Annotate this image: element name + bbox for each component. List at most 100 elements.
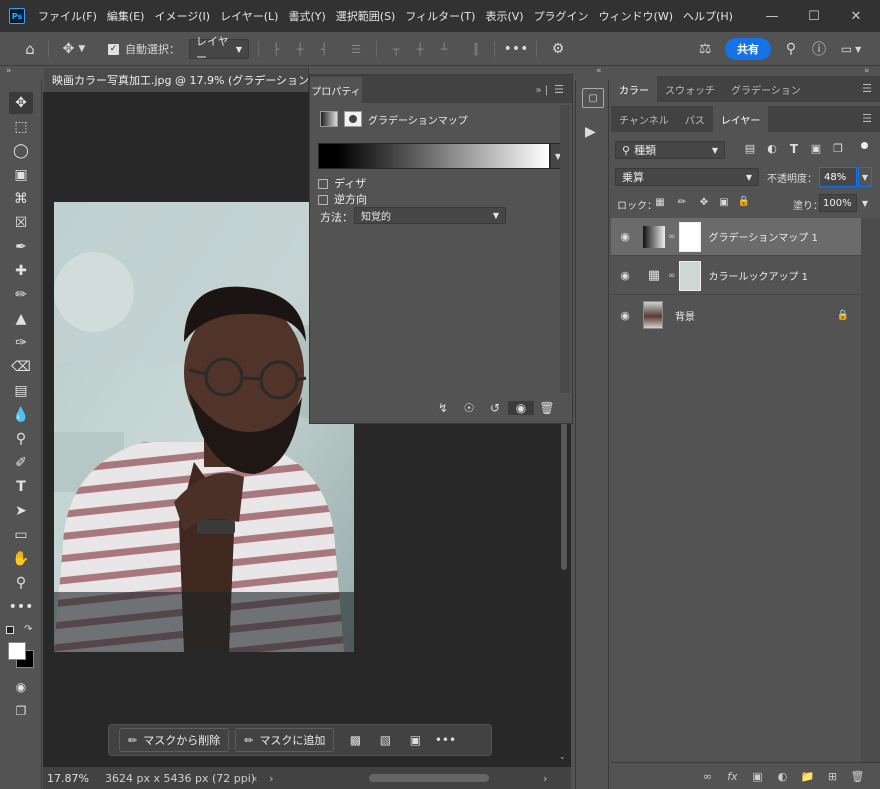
method-dropdown[interactable]: 知覚的 ▼ <box>354 207 506 224</box>
panel-collapse-icon[interactable]: » | <box>535 85 548 96</box>
folder-icon[interactable]: 📁 <box>795 770 820 783</box>
filter-shape-icon[interactable]: ▣ <box>809 142 823 155</box>
rectangle-tool-icon[interactable]: ▭ <box>9 524 33 546</box>
more-options-icon[interactable]: ••• <box>504 32 529 66</box>
canvas-vertical-scrollbar[interactable]: ⌄ <box>558 410 570 767</box>
dodge-tool-icon[interactable]: ⚲ <box>9 428 33 450</box>
marquee-tool-icon[interactable]: ⬚ <box>9 116 33 138</box>
default-colors-icon[interactable] <box>6 626 14 634</box>
layer-mask-thumbnail[interactable] <box>678 221 701 252</box>
more-tools-icon[interactable]: ••• <box>9 596 34 618</box>
dither-checkbox[interactable]: ディザ <box>318 175 366 191</box>
menu-edit[interactable]: 編集(E) <box>102 8 150 24</box>
auto-select-target-dropdown[interactable]: レイヤー ▼ <box>189 35 249 64</box>
type-tool-icon[interactable]: T <box>9 476 33 498</box>
horizontal-scroll-thumb[interactable] <box>369 774 489 782</box>
eye-icon[interactable]: ◉ <box>611 309 639 322</box>
expand-toolbar-icon[interactable]: » <box>6 66 12 76</box>
help-icon[interactable]: ⓘ <box>808 32 830 66</box>
home-icon[interactable]: ⌂ <box>18 32 42 66</box>
layer-name[interactable]: 背景 <box>675 308 695 323</box>
lock-artboard-icon[interactable]: ▣ <box>717 197 731 208</box>
move-tool-icon[interactable]: ✥ <box>9 92 33 114</box>
screen-mode-icon[interactable]: ❐ <box>9 700 33 722</box>
subtract-from-mask-button[interactable]: ✏ マスクから削除 <box>119 728 230 752</box>
align-right-icon[interactable]: ┤ <box>314 32 334 66</box>
fx-icon[interactable]: fx <box>720 770 745 783</box>
menu-window[interactable]: ウィンドウ(W) <box>594 8 678 24</box>
menu-view[interactable]: 表示(V) <box>480 8 528 24</box>
properties-scrollbar[interactable] <box>560 105 570 393</box>
brush-tool-icon[interactable]: ✏ <box>9 284 33 306</box>
distribute-icon[interactable]: ☰ <box>346 32 366 66</box>
reverse-checkbox[interactable]: 逆方向 <box>318 191 367 207</box>
blur-tool-icon[interactable]: 💧 <box>9 404 33 426</box>
eraser-tool-icon[interactable]: ⌫ <box>9 356 33 378</box>
tab-paths[interactable]: パス <box>677 106 713 132</box>
clip-to-layer-icon[interactable]: ↯ <box>430 401 456 415</box>
expand-panels-icon[interactable]: » <box>864 66 870 76</box>
align-center-icon[interactable]: ┼ <box>290 32 310 66</box>
eye-icon[interactable]: ◉ <box>611 269 639 282</box>
maximize-icon[interactable]: ☐ <box>794 0 834 32</box>
add-to-mask-button[interactable]: ✏ マスクに追加 <box>235 728 335 752</box>
workspace-icon[interactable]: ▭ ▼ <box>836 32 866 66</box>
trash-icon[interactable]: 🗑 <box>845 770 870 783</box>
layer-row-gradient-map[interactable]: ◉ ∞ グラデーションマップ 1 <box>611 218 861 256</box>
gradient-tool-icon[interactable]: ▤ <box>9 380 33 402</box>
actions-panel-icon[interactable]: ▶ <box>585 124 596 140</box>
filter-type-icon[interactable]: T <box>787 142 801 156</box>
adjustment-layer-icon[interactable]: ◐ <box>770 770 795 783</box>
zoom-tool-icon[interactable]: ⚲ <box>9 572 33 594</box>
panel-menu-icon[interactable]: ☰ <box>554 83 564 96</box>
eye-icon[interactable]: ◉ <box>611 230 639 243</box>
lock-pixels-icon[interactable]: ✏ <box>675 197 689 208</box>
menu-file[interactable]: ファイル(F) <box>33 8 102 24</box>
lasso-tool-icon[interactable]: ◯ <box>9 140 33 162</box>
reverse-check-box[interactable] <box>318 195 328 205</box>
layers-scrollbar[interactable] <box>861 218 880 762</box>
collapse-panels-icon[interactable]: « <box>596 66 602 76</box>
scroll-right-icon[interactable]: › <box>543 772 547 785</box>
trash-icon[interactable]: 🗑 <box>534 401 560 415</box>
layer-row-background[interactable]: ◉ 背景 🔒 <box>611 296 861 334</box>
align-top-icon[interactable]: ┬ <box>386 32 406 66</box>
opacity-dropdown-icon[interactable]: ▼ <box>858 167 872 187</box>
panel-menu-icon[interactable]: ☰ <box>862 82 872 95</box>
gradient-map-icon[interactable] <box>320 111 338 127</box>
filter-toggle-icon[interactable] <box>861 142 868 149</box>
minimize-icon[interactable]: — <box>752 0 792 32</box>
dither-check-box[interactable] <box>318 179 328 189</box>
tab-gradients[interactable]: グラデーション <box>723 76 809 102</box>
eyedropper-tool-icon[interactable]: ✒ <box>9 236 33 258</box>
fill-dropdown-icon[interactable]: ▼ <box>858 194 872 212</box>
invert-mask-icon[interactable]: ▧ <box>370 728 400 752</box>
object-select-tool-icon[interactable]: ▣ <box>9 164 33 186</box>
reset-icon[interactable]: ↺ <box>482 401 508 415</box>
mask-options-icon[interactable]: ▩ <box>340 728 370 752</box>
scroll-thumb[interactable] <box>561 410 567 570</box>
lock-all-icon[interactable]: 🔒 <box>737 196 751 207</box>
new-layer-icon[interactable]: ⊞ <box>820 770 845 783</box>
fill-input[interactable]: 100% <box>819 194 857 212</box>
path-select-tool-icon[interactable]: ➤ <box>9 500 33 522</box>
mask-settings-icon[interactable]: ▣ <box>400 728 430 752</box>
distribute-vertical-icon[interactable]: ║ <box>466 32 486 66</box>
panel-menu-icon[interactable]: ☰ <box>862 112 872 125</box>
layer-name[interactable]: グラデーションマップ 1 <box>709 229 818 244</box>
link-icon[interactable]: ∞ <box>668 271 676 281</box>
tab-channels[interactable]: チャンネル <box>611 106 677 132</box>
add-mask-icon[interactable]: ▣ <box>745 770 770 783</box>
align-middle-icon[interactable]: ┼ <box>410 32 430 66</box>
search-icon[interactable]: ⚲ <box>780 32 802 66</box>
align-bottom-icon[interactable]: ┴ <box>434 32 454 66</box>
lock-position-icon[interactable]: ✥ <box>697 197 711 208</box>
history-brush-tool-icon[interactable]: ✑ <box>9 332 33 354</box>
layer-filter-dropdown[interactable]: ⚲ 種類 ▼ <box>615 141 725 159</box>
swap-colors-icon[interactable]: ↷ <box>24 624 32 635</box>
align-left-icon[interactable]: ├ <box>266 32 286 66</box>
lock-transparent-icon[interactable]: ▦ <box>653 197 667 208</box>
stamp-tool-icon[interactable]: ▲ <box>9 308 33 330</box>
menu-type[interactable]: 書式(Y) <box>283 8 330 24</box>
zoom-level[interactable]: 17.87% <box>43 772 91 785</box>
